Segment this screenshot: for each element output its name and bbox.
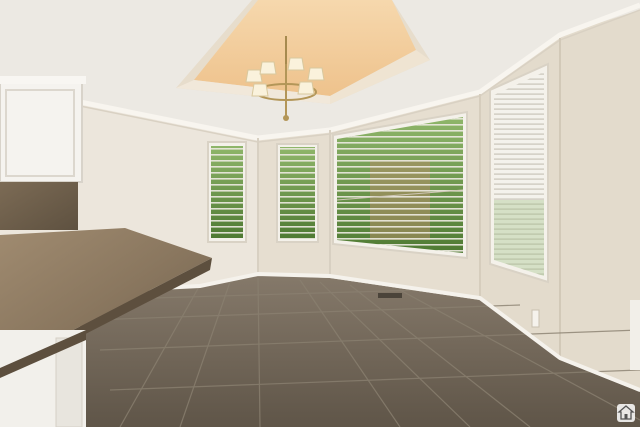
back-window-large — [332, 110, 468, 260]
left-window — [207, 141, 247, 243]
room-illustration — [0, 0, 640, 427]
home-badge-icon — [617, 404, 635, 422]
right-window — [489, 62, 549, 284]
granite-backsplash — [0, 182, 78, 230]
dining-room-photo — [0, 0, 640, 427]
back-window-narrow — [276, 143, 319, 243]
upper-cabinet — [0, 76, 86, 183]
